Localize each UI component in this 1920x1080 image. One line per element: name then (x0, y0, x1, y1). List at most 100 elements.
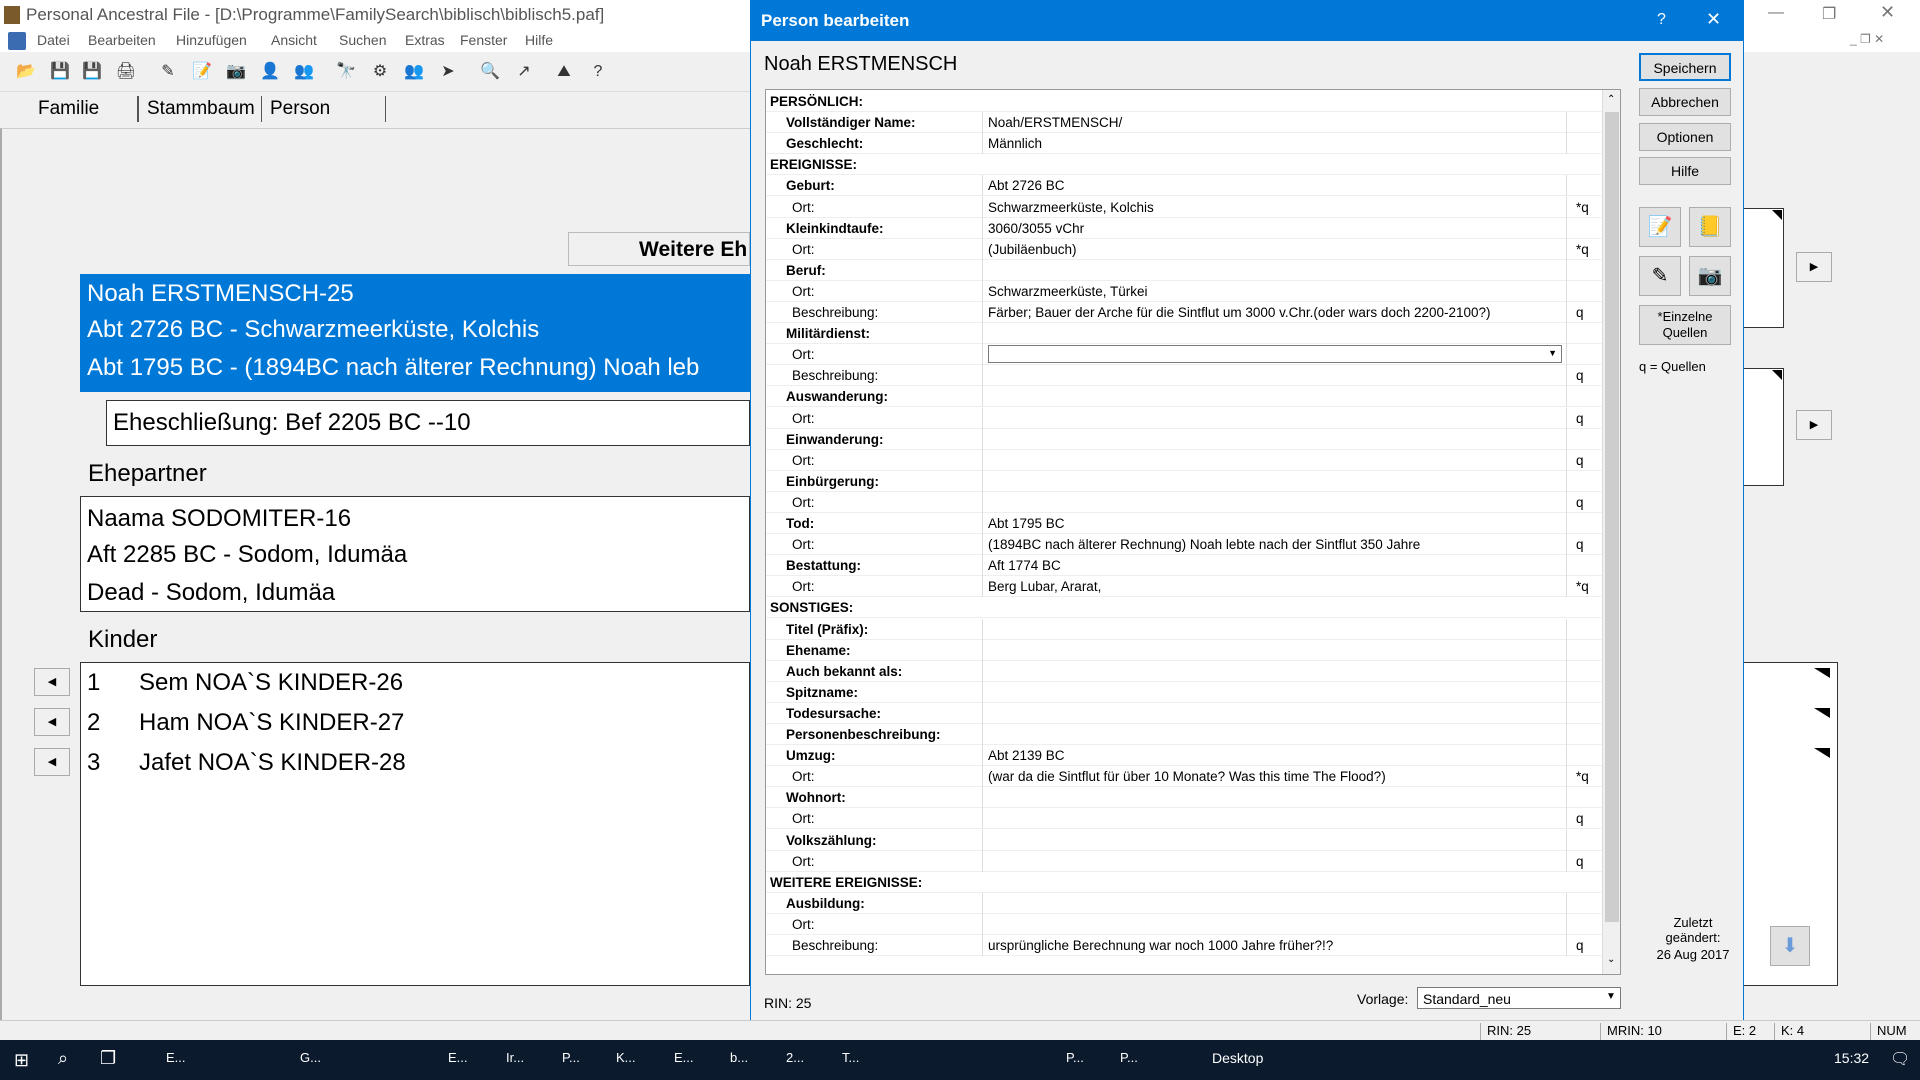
save-button[interactable]: Speichern (1639, 53, 1731, 81)
vertical-scrollbar[interactable]: ⌃ ⌄ (1602, 90, 1620, 974)
field-row[interactable]: Auch bekannt als: (766, 660, 1602, 682)
taskbar-item[interactable]: G... (300, 1050, 321, 1065)
tab-person[interactable]: Person (262, 96, 386, 122)
taskbar-item[interactable]: P... (1120, 1050, 1138, 1065)
taskbar-item[interactable]: T... (842, 1050, 859, 1065)
taskbar-item[interactable]: P... (562, 1050, 580, 1065)
field-row[interactable]: Umzug: Abt 2139 BC (766, 745, 1602, 767)
source-marker[interactable]: q (1576, 453, 1584, 468)
source-marker[interactable]: *q (1576, 200, 1589, 215)
taskbar-item[interactable]: b... (730, 1050, 748, 1065)
taskbar-item[interactable]: K... (616, 1050, 636, 1065)
source-marker[interactable]: q (1576, 305, 1584, 320)
notes-icon[interactable]: 📝 (190, 60, 214, 84)
source-marker[interactable]: q (1576, 495, 1584, 510)
field-value[interactable]: Abt 2139 BC (988, 748, 1065, 763)
source-marker[interactable]: *q (1576, 242, 1589, 257)
father-arrow-right-icon[interactable]: ▶ (1796, 252, 1832, 282)
more-spouses-button[interactable]: Weitere Eh (568, 232, 750, 266)
source-marker[interactable]: *q (1576, 769, 1589, 784)
field-row[interactable]: Volkszählung: (766, 829, 1602, 851)
field-value[interactable]: Schwarzmeerküste, Türkei (988, 284, 1148, 299)
field-value[interactable]: ursprüngliche Berechnung war noch 1000 J… (988, 938, 1333, 953)
source-marker[interactable]: q (1576, 854, 1584, 869)
field-row[interactable]: Ausbildung: (766, 892, 1602, 914)
field-value[interactable]: Färber; Bauer der Arche für die Sintflut… (988, 305, 1491, 320)
source-marker[interactable]: q (1576, 811, 1584, 826)
field-row[interactable]: Ort: Berg Lubar, Ararat, *q (766, 576, 1602, 598)
task-view-icon[interactable]: ❐ (100, 1048, 116, 1069)
camera-icon[interactable]: 📷 (224, 60, 248, 84)
search-icon[interactable]: ⌕ (58, 1048, 68, 1069)
add-family-icon[interactable]: 👥 (292, 60, 316, 84)
field-row[interactable]: Vollständiger Name: Noah/ERSTMENSCH/ (766, 112, 1602, 134)
pedigree-icon[interactable]: 🔍 (478, 60, 502, 84)
options-button[interactable]: Optionen (1639, 123, 1731, 151)
binoculars-icon[interactable]: 🔭 (334, 60, 358, 84)
scrollbar-thumb[interactable] (1605, 112, 1619, 922)
taskbar-item[interactable]: P... (1066, 1050, 1084, 1065)
desktop-toolbar[interactable]: Desktop (1212, 1050, 1263, 1066)
field-row[interactable]: Beschreibung: ursprüngliche Berechnung wa… (766, 935, 1602, 956)
scroll-down-icon[interactable]: ⌄ (1607, 954, 1615, 965)
place-combobox[interactable]: ▼ (988, 345, 1562, 364)
field-row[interactable]: Ehename: (766, 639, 1602, 661)
field-row[interactable]: Beschreibung: q (766, 365, 1602, 387)
field-row[interactable]: Bestattung: Aft 1774 BC (766, 555, 1602, 577)
field-row[interactable]: Ort: (war da die Sintflut für über 10 Mon… (766, 766, 1602, 788)
field-row[interactable]: Militärdienst: (766, 323, 1602, 345)
field-row[interactable]: EREIGNISSE: (766, 154, 1602, 176)
source-marker[interactable]: q (1576, 368, 1584, 383)
father-box[interactable] (1744, 208, 1784, 328)
menu-bearbeiten[interactable]: Bearbeiten (88, 32, 156, 48)
child-arrow-left-icon[interactable]: ◀ (34, 748, 70, 776)
taskbar-item[interactable]: E... (674, 1050, 694, 1065)
field-row[interactable]: Ort: q (766, 850, 1602, 872)
field-row[interactable]: Geschlecht: Männlich (766, 133, 1602, 155)
camera-icon[interactable]: 📷 (1689, 256, 1731, 296)
field-row[interactable]: Todesursache: (766, 702, 1602, 724)
field-row[interactable]: Auswanderung: (766, 386, 1602, 408)
field-row[interactable]: Wohnort: (766, 787, 1602, 809)
print-icon[interactable]: 🖨 (114, 60, 138, 84)
field-row[interactable]: Ort: Schwarzmeerküste, Kolchis *q (766, 196, 1602, 218)
source-marker[interactable]: q (1576, 537, 1584, 552)
field-row[interactable]: Geburt: Abt 2726 BC (766, 175, 1602, 197)
primary-person-box[interactable]: Noah ERSTMENSCH-25 Abt 2726 BC - Schwarz… (80, 274, 750, 392)
menu-fenster[interactable]: Fenster (460, 32, 507, 48)
scroll-up-icon[interactable]: ⌃ (1607, 94, 1615, 105)
field-value[interactable]: Noah/ERSTMENSCH/ (988, 115, 1122, 130)
export-icon[interactable]: ↗ (512, 60, 536, 84)
menu-extras[interactable]: Extras (405, 32, 445, 48)
windows-start-icon[interactable]: ⊞ (14, 1050, 29, 1071)
field-row[interactable]: Ort: (766, 913, 1602, 935)
taskbar-item[interactable]: E... (166, 1050, 186, 1065)
field-row[interactable]: Beruf: (766, 259, 1602, 281)
help-button[interactable]: Hilfe (1639, 157, 1731, 185)
child-name[interactable]: Sem NOA`S KINDER-26 (139, 669, 403, 697)
save-icon[interactable]: 💾 (48, 60, 72, 84)
mdi-controls[interactable]: _ ❐ ✕ (1850, 32, 1884, 46)
edit-person-icon[interactable]: ✎ (156, 60, 180, 84)
search-family-icon[interactable]: ⚙ (368, 60, 392, 84)
individual-sources-button[interactable]: *Einzelne Quellen (1639, 305, 1731, 345)
child-arrow-left-icon[interactable]: ◀ (34, 668, 70, 696)
field-row[interactable]: Einbürgerung: (766, 470, 1602, 492)
help-icon[interactable]: ? (586, 60, 610, 84)
source-marker[interactable]: q (1576, 411, 1584, 426)
marriage-box[interactable]: Eheschließung: Bef 2205 BC --10 (106, 400, 750, 446)
search-people-icon[interactable]: 👥 (402, 60, 426, 84)
mother-arrow-right-icon[interactable]: ▶ (1796, 410, 1832, 440)
notification-icon[interactable]: 🗨 (1890, 1049, 1910, 1069)
tree-icon[interactable]: ⛰ (552, 60, 576, 84)
field-row[interactable]: Kleinkindtaufe: 3060/3055 vChr (766, 217, 1602, 239)
add-person-icon[interactable]: 👤 (258, 60, 282, 84)
field-row[interactable]: Ort: q (766, 491, 1602, 513)
field-row[interactable]: Ort: ▼ (766, 344, 1602, 366)
sources-book-icon[interactable]: 📒 (1689, 207, 1731, 247)
tab-stammbaum[interactable]: Stammbaum (138, 96, 262, 122)
minimize-button[interactable]: — (1768, 4, 1784, 22)
field-value[interactable]: Abt 2726 BC (988, 178, 1065, 193)
taskbar-item[interactable]: E... (448, 1050, 468, 1065)
field-row[interactable]: PERSÖNLICH: (766, 91, 1602, 112)
